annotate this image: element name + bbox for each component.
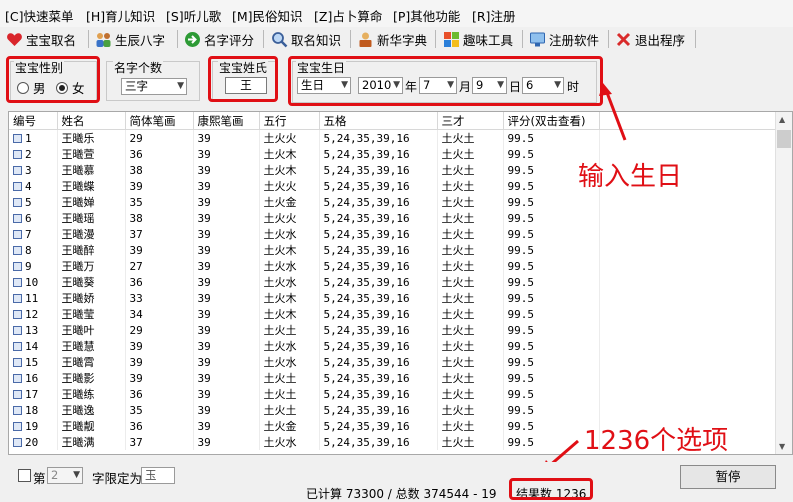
- fixed-char-input[interactable]: 玉: [141, 467, 175, 484]
- birthday-arrow: [604, 89, 627, 141]
- results-annotation: 1236个选项: [584, 426, 729, 456]
- pause-button[interactable]: 暂停: [680, 465, 776, 489]
- birthday-arrowhead: [599, 83, 612, 96]
- status-computed: 已计算 73300 / 总数 374544 - 19: [306, 487, 497, 501]
- bottom-bar: 第 2 ▼ 字限定为 玉 已计算 73300 / 总数 374544 - 19 …: [0, 462, 793, 501]
- position-value: 2: [51, 468, 59, 482]
- chevron-down-icon: ▼: [73, 470, 80, 480]
- position-select[interactable]: 2 ▼: [47, 467, 83, 484]
- birthday-annotation: 输入生日: [578, 162, 683, 192]
- result-count-highlight-box: [509, 478, 593, 500]
- fixed-char-value: 玉: [145, 468, 157, 482]
- position-filter-checkbox[interactable]: [18, 469, 31, 482]
- fixed-char-label: 字限定为: [92, 471, 143, 486]
- position-filter-label: 第: [33, 471, 46, 486]
